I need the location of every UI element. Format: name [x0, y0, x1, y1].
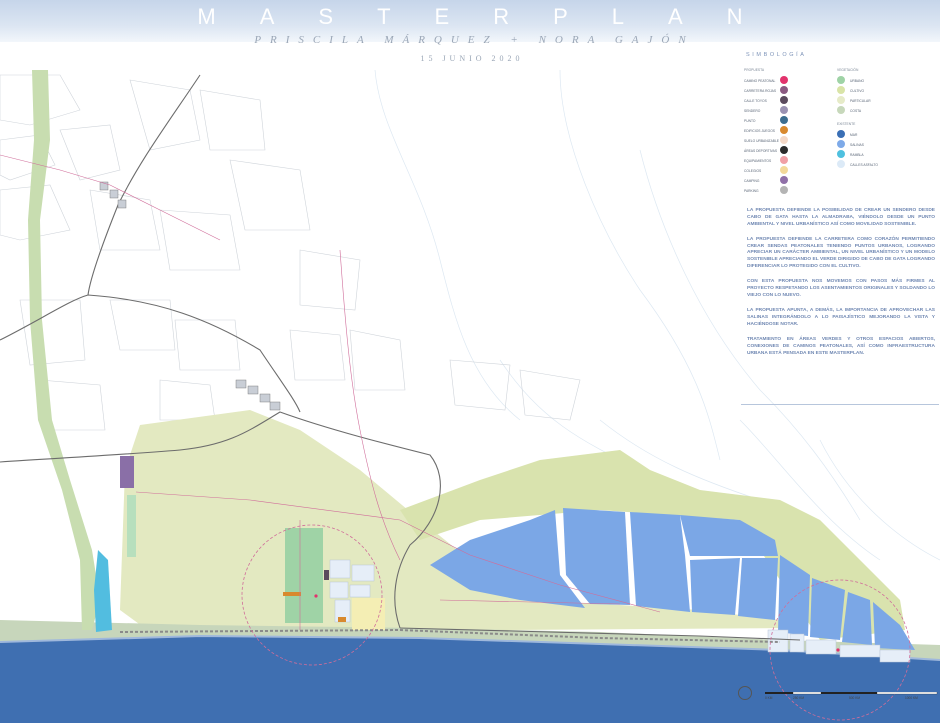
legend-item-label: CAMPING — [744, 179, 760, 183]
authors: PRISCILA MÁRQUEZ + NORA GAJÓN — [254, 34, 695, 46]
legend-item: SUELO URBANIZABLE — [744, 136, 796, 146]
legend-item: CALLES ASFALTO — [837, 160, 897, 170]
parking-marker — [283, 592, 301, 596]
green-strip — [127, 495, 136, 557]
legend-swatch — [780, 86, 788, 94]
legend-item: MAR — [837, 130, 897, 140]
legend-swatch — [837, 106, 845, 114]
legend-item: EQUIPAMIENTOS — [744, 156, 796, 166]
legend-item-label: COLEGIOS — [744, 169, 762, 173]
legend-item: CALLE TOYOS — [744, 96, 796, 106]
legend-subhead-existing: EXISTENTE — [837, 122, 856, 126]
legend-swatch — [780, 146, 788, 154]
camping-area — [120, 456, 134, 488]
legend-col-title: VEGETACIÓN — [837, 68, 859, 72]
legend-item: ÁREAS DEPORTIVAS — [744, 146, 796, 156]
legend-swatch — [780, 116, 788, 124]
center-point-1 — [314, 594, 318, 598]
rambla-water — [94, 550, 112, 632]
legend-item-label: CARRETERA ROJAS — [744, 89, 777, 93]
legend-item-label: CAMINO PEATONAL — [744, 79, 776, 83]
legend-swatch — [780, 126, 788, 134]
legend-col-proposal: PROPUESTA CAMINO PEATONAL CARRETERA ROJAS… — [744, 68, 796, 196]
legend-swatch — [780, 136, 788, 144]
description-panel: La propuesta defiende la posibilidad de … — [741, 208, 939, 405]
legend-item-label: CALLES ASFALTO — [850, 163, 878, 167]
legend-item-label: CALLE TOYOS — [744, 99, 767, 103]
legend-swatch — [837, 130, 845, 138]
legend-item: RAMBLA — [837, 150, 897, 160]
legend-item-label: CULTIVO — [850, 89, 865, 93]
legend-item-label: ÁREAS DEPORTIVAS — [744, 149, 778, 153]
legend-swatch — [837, 96, 845, 104]
legend-swatch — [837, 160, 845, 168]
description-paragraph: La propuesta apunta, a demás, la importa… — [747, 308, 935, 327]
legend-item-label: URBANO — [850, 79, 865, 83]
legend-item: CULTIVO — [837, 86, 897, 96]
urban-green-area — [285, 528, 323, 623]
legend-item: PARTICULAR — [837, 96, 897, 106]
legend-swatch — [780, 156, 788, 164]
description-paragraph: Tratamiento en áreas verdes y otros espa… — [747, 337, 935, 356]
center-point-2 — [836, 648, 840, 652]
scale-label: 250 KM — [793, 696, 804, 700]
rambla-green — [28, 70, 100, 630]
legend-item-label: EDIFICIOS JUEGOS — [744, 129, 775, 133]
legend-item: CARRETERA ROJAS — [744, 86, 796, 96]
legend-item-label: EQUIPAMIENTOS — [744, 159, 772, 163]
legend-item-label: SUELO URBANIZABLE — [744, 139, 779, 143]
scale-label: 1000 KM — [905, 696, 918, 700]
legend-swatch — [780, 166, 788, 174]
legend-item-label: PARTICULAR — [850, 99, 871, 103]
legend-swatch — [780, 176, 788, 184]
legend-swatch — [780, 96, 788, 104]
legend-swatch — [780, 76, 788, 84]
legend-item-label: SENDERO — [744, 109, 761, 113]
legend-swatch — [837, 140, 845, 148]
legend-swatch — [837, 150, 845, 158]
legend-item-label: PUNTO — [744, 119, 756, 123]
legend-item-label: MAR — [850, 133, 858, 137]
legend: SIMBOLOGÍA PROPUESTA CAMINO PEATONAL CARR… — [744, 52, 938, 194]
legend-title: SIMBOLOGÍA — [746, 52, 807, 58]
legend-swatch — [837, 76, 845, 84]
legend-item: URBANO — [837, 76, 897, 86]
legend-col-vegetation: VEGETACIÓN URBANO CULTIVO PARTICULAR COSTA … — [837, 68, 897, 170]
legend-col-title: PROPUESTA — [744, 68, 765, 72]
yellow-school-area — [352, 598, 385, 630]
page-title: MASTERPLAN — [197, 4, 787, 29]
road-houses — [99, 181, 281, 411]
description-paragraph: La propuesta defiende la carretera como … — [747, 236, 935, 270]
legend-item: EDIFICIOS JUEGOS — [744, 126, 796, 136]
legend-item-label: PARKING — [744, 189, 759, 193]
legend-swatch — [780, 186, 788, 194]
legend-swatch — [837, 86, 845, 94]
legend-item-label: RAMBLA — [850, 153, 864, 157]
urban-blocks — [0, 74, 581, 431]
legend-item: COLEGIOS — [744, 166, 796, 176]
legend-item-label: SALINAS — [850, 143, 864, 147]
legend-item: SENDERO — [744, 106, 796, 116]
legend-item: PARKING — [744, 186, 796, 196]
scale-label: 500 KM — [849, 696, 860, 700]
description-paragraph: Con esta propuesta nos movemos con pasos… — [747, 279, 935, 298]
legend-swatch — [780, 106, 788, 114]
legend-item: CAMINO PEATONAL — [744, 76, 796, 86]
facility-marker — [324, 570, 329, 580]
legend-item: PUNTO — [744, 116, 796, 126]
north-arrow-icon — [738, 686, 752, 700]
legend-item: CAMPING — [744, 176, 796, 186]
description-paragraph: La propuesta defiende la posibilidad de … — [747, 208, 935, 227]
legend-item-label: COSTA — [850, 109, 862, 113]
legend-item: SALINAS — [837, 140, 897, 150]
facility-marker-2 — [338, 617, 346, 622]
scale-label: 0 KM — [765, 696, 773, 700]
legend-item: COSTA — [837, 106, 897, 116]
